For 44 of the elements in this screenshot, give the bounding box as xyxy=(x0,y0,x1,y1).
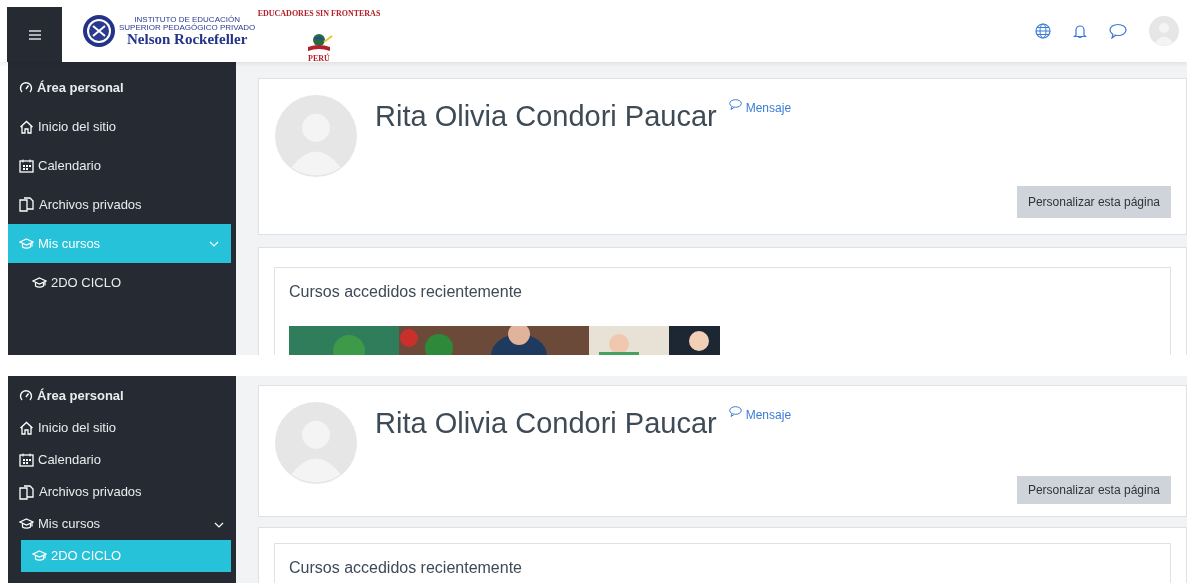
sidebar-item[interactable]: Calendario xyxy=(8,146,236,185)
menu-button[interactable] xyxy=(7,7,62,62)
home-icon xyxy=(19,119,34,134)
message-link[interactable]: Mensaje xyxy=(728,406,792,500)
customize-page-button[interactable]: Personalizar esta página xyxy=(1016,476,1171,504)
sidebar-item[interactable]: Área personal xyxy=(8,68,236,107)
logo-arc-text: EDUCADORES SIN FRONTERAS xyxy=(258,9,381,18)
block-title: Cursos accedidos recientemente xyxy=(289,558,523,578)
profile-name: Rita Olivia Condori Paucar xyxy=(375,99,717,134)
block-title: Cursos accedidos recientemente xyxy=(289,282,523,302)
dashboard-icon xyxy=(19,80,33,95)
logo-country-text: PERÚ xyxy=(308,54,331,62)
customize-page-button[interactable]: Personalizar esta página xyxy=(1016,186,1171,218)
dashboard-icon xyxy=(19,389,33,403)
logo-text: INSTITUTO DE EDUCACIÓN xyxy=(134,15,240,24)
files-icon xyxy=(19,197,35,212)
calendar-icon xyxy=(19,453,34,467)
sidebar-item[interactable]: 2DO CICLO xyxy=(8,263,236,302)
chat-icon xyxy=(728,406,742,417)
sidebar-item[interactable]: Área personal xyxy=(8,380,236,412)
graduation-cap-icon xyxy=(32,550,47,562)
bell-icon[interactable] xyxy=(1073,23,1087,39)
crest-icon xyxy=(82,14,116,48)
menu-icon xyxy=(28,29,41,40)
globe-icon[interactable] xyxy=(1035,23,1051,39)
graduation-cap-icon xyxy=(19,237,34,250)
sidebar-item[interactable]: Archivos privados xyxy=(8,185,236,224)
files-icon xyxy=(19,484,35,500)
home-icon xyxy=(19,421,34,435)
sidebar-item[interactable]: Mis cursos xyxy=(8,508,236,540)
logo-text: Nelson Rockefeller xyxy=(126,31,248,47)
graduation-cap-icon xyxy=(32,276,47,289)
chat-icon xyxy=(728,99,742,110)
sidebar-item[interactable]: Archivos privados xyxy=(8,476,236,508)
sidebar-item[interactable]: Inicio del sitio xyxy=(8,107,236,146)
chat-icon[interactable] xyxy=(1109,23,1127,39)
profile-name: Rita Olivia Condori Paucar xyxy=(375,406,717,441)
sidebar-item[interactable]: Calendario xyxy=(8,444,236,476)
logo-text: SUPERIOR PEDAGÓGICO PRIVADO xyxy=(119,23,256,32)
graduation-cap-icon xyxy=(19,518,34,530)
globe-book-drawing xyxy=(308,34,334,51)
sidebar-item[interactable]: Inicio del sitio xyxy=(8,412,236,444)
message-link[interactable]: Mensaje xyxy=(728,99,792,218)
calendar-icon xyxy=(19,158,34,173)
